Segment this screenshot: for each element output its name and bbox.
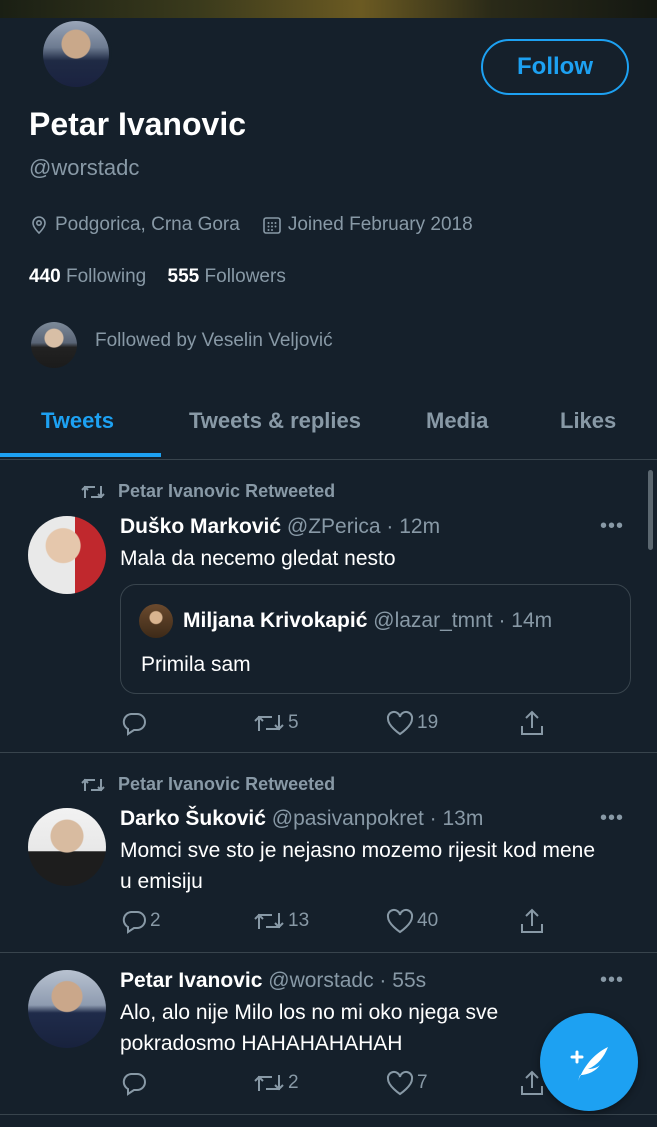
- quote-header: Miljana Krivokapić @lazar_tmnt · 14m: [183, 609, 552, 633]
- tweet-avatar[interactable]: [28, 808, 106, 886]
- reply-count: 2: [150, 910, 161, 931]
- heart-icon: [386, 710, 414, 736]
- retweet-button[interactable]: 5: [252, 709, 299, 737]
- more-icon[interactable]: •••: [600, 515, 624, 538]
- profile-location: Podgorica, Crna Gora: [55, 214, 240, 235]
- profile-banner: [0, 0, 657, 18]
- like-button[interactable]: 7: [385, 1069, 428, 1097]
- like-button[interactable]: 19: [385, 709, 438, 737]
- share-icon: [521, 908, 543, 933]
- tweet-text: Alo, alo nije Milo los no mi oko njega s…: [120, 1001, 499, 1055]
- retweet-count: 2: [288, 1072, 299, 1093]
- share-icon: [521, 710, 543, 735]
- calendar-icon: [263, 217, 281, 234]
- tweet-header: Duško Marković @ZPerica · 12m: [120, 515, 440, 539]
- retweet-button[interactable]: 2: [252, 1069, 299, 1097]
- heart-icon: [386, 908, 414, 934]
- followers-link[interactable]: 555 Followers: [168, 266, 286, 287]
- tweet-author[interactable]: Darko Šuković: [120, 807, 266, 830]
- share-button[interactable]: [518, 907, 548, 935]
- share-button[interactable]: [518, 709, 548, 737]
- tweet-handle-time: @ZPerica · 12m: [286, 515, 441, 538]
- tweet-header: Darko Šuković @pasivanpokret · 13m: [120, 807, 483, 831]
- profile-name: Petar Ivanovic: [29, 106, 246, 142]
- tab-media[interactable]: Media: [426, 408, 488, 434]
- retweet-button[interactable]: 13: [252, 907, 309, 935]
- profile-joined: Joined February 2018: [287, 214, 473, 235]
- reply-button[interactable]: [120, 1069, 150, 1097]
- tweet-handle-time: @worstadc · 55s: [268, 969, 427, 992]
- following-count: 440: [29, 266, 61, 287]
- quote-text: Primila sam: [141, 653, 251, 676]
- retweet-count: 13: [288, 910, 310, 931]
- compose-tweet-icon: [570, 1047, 608, 1081]
- retweet-icon: [254, 1075, 284, 1091]
- reply-button[interactable]: 2: [120, 907, 161, 935]
- tweet-handle-time: @pasivanpokret · 13m: [271, 807, 484, 830]
- profile-avatar[interactable]: [40, 18, 112, 90]
- tweet-text: Momci sve sto je nejasno mozemo rijesit …: [120, 839, 596, 893]
- tweet-text: Mala da necemo gledat nesto: [120, 547, 396, 570]
- tweet-avatar[interactable]: [28, 516, 106, 594]
- compose-tweet-button[interactable]: [540, 1013, 638, 1111]
- reply-icon: [122, 911, 146, 934]
- followers-label: Followers: [204, 266, 286, 287]
- tweet-header: Petar Ivanovic @worstadc · 55s: [120, 969, 426, 993]
- followed-by-text[interactable]: Followed by Veselin Veljović: [95, 330, 333, 352]
- tweet-actions: 2 13 40: [120, 907, 560, 937]
- heart-icon: [386, 1070, 414, 1096]
- followed-by-avatar[interactable]: [31, 322, 77, 368]
- like-count: 19: [417, 712, 439, 733]
- reply-icon: [122, 1073, 146, 1096]
- tweet-author[interactable]: Petar Ivanovic: [120, 969, 262, 992]
- reply-button[interactable]: [120, 709, 150, 737]
- followers-count: 555: [167, 266, 200, 287]
- more-icon[interactable]: •••: [600, 807, 624, 830]
- quote-avatar: [139, 604, 173, 638]
- tweet[interactable]: Petar Ivanovic Retweeted Darko Šuković @…: [0, 753, 657, 953]
- like-button[interactable]: 40: [385, 907, 438, 935]
- follow-counts: 440 Following 555 Followers: [29, 266, 286, 288]
- following-link[interactable]: 440 Following: [29, 266, 146, 287]
- more-icon[interactable]: •••: [600, 969, 624, 992]
- active-tab-indicator: [0, 453, 161, 457]
- profile-meta: Podgorica, Crna Gora Joined February 201…: [29, 214, 473, 236]
- retweeted-by: Petar Ivanovic Retweeted: [118, 481, 336, 501]
- retweeted-by: Petar Ivanovic Retweeted: [118, 774, 336, 794]
- retweet-icon: [81, 485, 105, 498]
- tweet-actions: 2 7: [120, 1069, 560, 1099]
- quoted-tweet[interactable]: Miljana Krivokapić @lazar_tmnt · 14m Pri…: [120, 584, 631, 694]
- tab-tweets[interactable]: Tweets: [41, 408, 114, 434]
- quote-handle-time: @lazar_tmnt · 14m: [373, 609, 553, 632]
- retweet-icon: [254, 715, 284, 731]
- retweet-icon: [81, 778, 105, 791]
- tweet-actions: 5 19: [120, 709, 560, 739]
- tweet-author[interactable]: Duško Marković: [120, 515, 281, 538]
- reply-icon: [122, 713, 146, 736]
- following-label: Following: [65, 266, 147, 287]
- retweet-count: 5: [288, 712, 299, 733]
- tab-tweets-replies[interactable]: Tweets & replies: [189, 408, 361, 434]
- retweet-indicator: Petar Ivanovic Retweeted: [80, 481, 335, 502]
- like-count: 40: [417, 910, 439, 931]
- retweet-indicator: Petar Ivanovic Retweeted: [80, 774, 335, 795]
- follow-button[interactable]: Follow: [481, 39, 629, 95]
- tab-likes[interactable]: Likes: [560, 408, 616, 434]
- like-count: 7: [417, 1072, 428, 1093]
- retweet-icon: [254, 913, 284, 929]
- profile-handle: @worstadc: [29, 155, 140, 180]
- location-pin-icon: [32, 216, 46, 235]
- profile-tabs: Tweets Tweets & replies Media Likes: [0, 396, 657, 460]
- quote-author: Miljana Krivokapić: [183, 609, 368, 632]
- tweet-avatar[interactable]: [28, 970, 106, 1048]
